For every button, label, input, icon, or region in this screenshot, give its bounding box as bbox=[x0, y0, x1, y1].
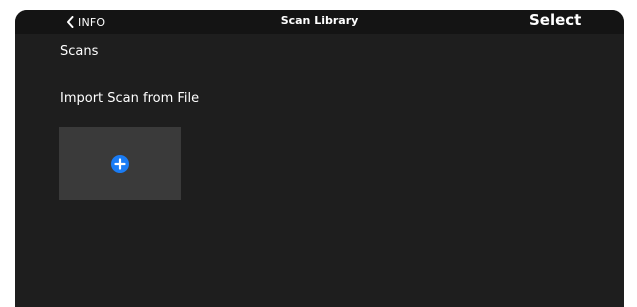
import-scan-button[interactable] bbox=[59, 127, 181, 200]
navigation-bar: INFO Scan Library Select bbox=[15, 10, 624, 34]
scan-library-screen: INFO Scan Library Select Scans Import Sc… bbox=[15, 10, 624, 307]
scans-section-title: Scans bbox=[60, 44, 99, 59]
select-button[interactable]: Select bbox=[529, 11, 581, 29]
import-section-title: Import Scan from File bbox=[60, 91, 200, 106]
plus-circle-icon bbox=[111, 155, 129, 173]
